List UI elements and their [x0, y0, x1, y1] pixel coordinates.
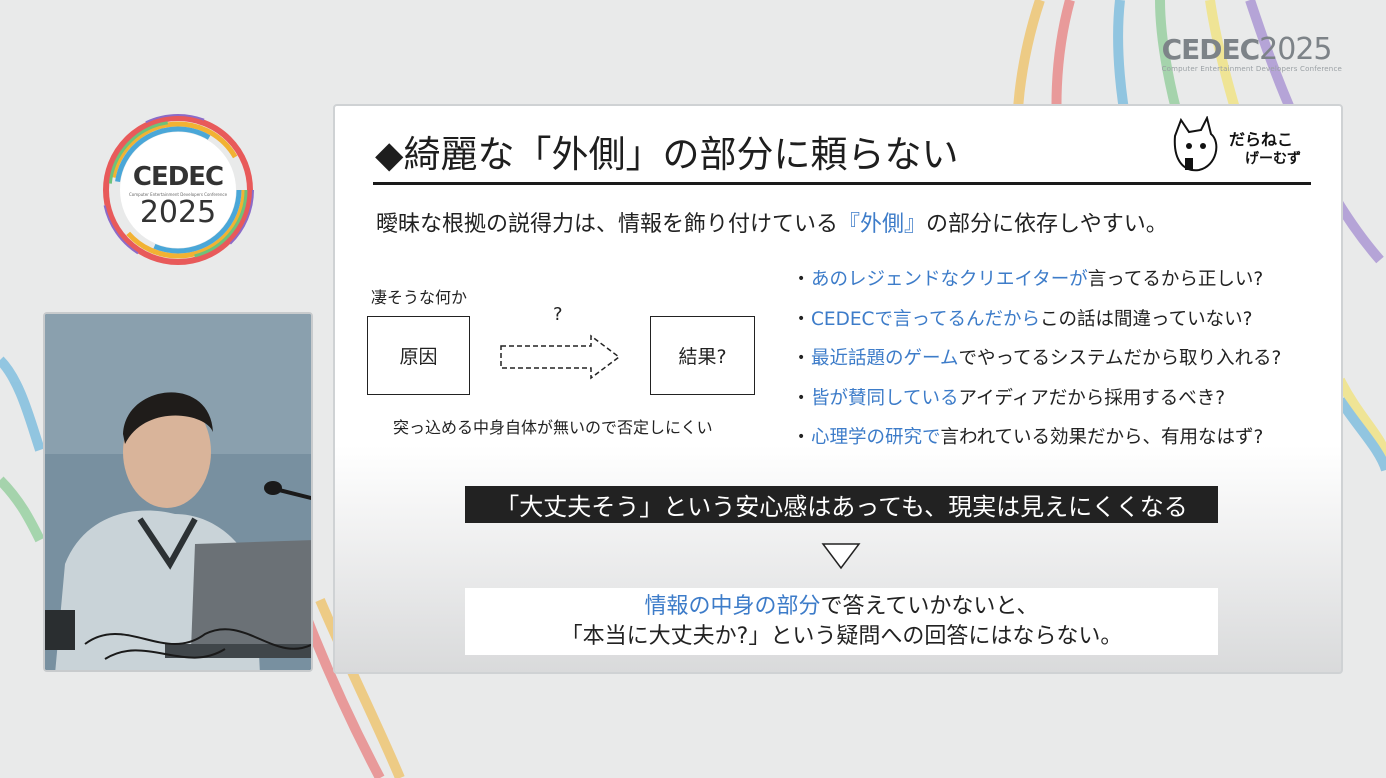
- bullet-dot-icon: •: [797, 429, 806, 446]
- conclusion-line2: 「本当に大丈夫か?」という疑問への回答にはならない。: [560, 624, 1123, 649]
- conclusion-line1-rest: で答えていかないと、: [820, 594, 1039, 619]
- list-item: • CEDECで言ってるんだからこの話は間違っていない?: [797, 304, 1281, 344]
- bullet-highlight: 皆が賛同している: [811, 387, 959, 409]
- conclusion-highlight: 情報の中身の部分: [644, 594, 821, 619]
- bullet-dot-icon: •: [797, 271, 806, 287]
- bullet-rest: この話は間違っていない?: [1040, 308, 1253, 330]
- cause-box: 原因: [367, 316, 470, 395]
- badge-brand: CEDEC: [132, 162, 224, 192]
- badge-center: CEDEC Computer Entertainment Developers …: [120, 132, 236, 248]
- result-label: 結果?: [678, 346, 727, 368]
- event-logo-tagline: Computer Entertainment Developers Confer…: [1161, 65, 1342, 73]
- list-item: • 心理学の研究で言われている効果だから、有用なはず?: [797, 422, 1281, 462]
- bullet-rest: でやってるシステムだから取り入れる?: [958, 348, 1282, 370]
- title-underline: [373, 182, 1311, 185]
- cat-mascot-icon: [1173, 116, 1218, 172]
- daraneko-logo-line2: げーむず: [1245, 151, 1301, 167]
- badge-logo: CEDEC Computer Entertainment Developers …: [100, 112, 256, 268]
- list-item: • あのレジェンドなクリエイターが言ってるから正しい?: [797, 264, 1281, 304]
- lead-after: の部分に依存しやすい。: [926, 212, 1168, 237]
- bullet-dot-icon: •: [797, 310, 806, 327]
- examples-list: • あのレジェンドなクリエイターが言ってるから正しい? • CEDECで言ってるんだ…: [797, 264, 1281, 462]
- lead-before: 曖昧な根拠の説得力は、情報を飾り付けている: [376, 212, 839, 237]
- lead-highlight: 『外側』: [838, 212, 927, 237]
- event-logo: CEDEC2025 Computer Entertainment Develop…: [1162, 32, 1342, 73]
- badge-year: 2025: [139, 195, 217, 230]
- dashed-arrow-icon: [500, 334, 621, 380]
- warning-banner: 「大丈夫そう」という安心感はあっても、現実は見えにくくなる: [465, 486, 1218, 523]
- result-box: 結果?: [650, 316, 755, 395]
- daraneko-logo-line1: だらねこ: [1229, 130, 1294, 149]
- bullet-rest: 言われている効果だから、有用なはず?: [940, 427, 1264, 449]
- bullet-rest: アイディアだから採用するべき?: [958, 387, 1226, 409]
- diagram-top-label: 凄そうな何か: [371, 288, 468, 307]
- slide-title: ◆綺麗な「外側」の部分に頼らない: [375, 133, 959, 176]
- bullet-dot-icon: •: [797, 350, 806, 367]
- diagram-caption: 突っ込める中身自体が無いので否定しにくい: [393, 418, 713, 437]
- bullet-highlight: あのレジェンドなクリエイターが: [811, 269, 1088, 290]
- lead-sentence: 曖昧な根拠の説得力は、情報を飾り付けている『外側』の部分に依存しやすい。: [376, 206, 1168, 238]
- presentation-slide: ◆綺麗な「外側」の部分に頼らない だらねこ げーむず 曖昧な根拠の説得力は、情報…: [333, 104, 1343, 674]
- list-item: • 最近話題のゲームでやってるシステムだから取り入れる?: [797, 343, 1281, 383]
- conclusion-box: 情報の中身の部分で答えていかないと、 「本当に大丈夫か?」という疑問への回答には…: [465, 588, 1218, 655]
- daraneko-games-logo: だらねこ げーむず: [1167, 116, 1307, 178]
- event-logo-year: 2025: [1259, 32, 1332, 67]
- speaker-video: [43, 312, 313, 672]
- bullet-dot-icon: •: [797, 389, 806, 406]
- event-logo-brand: CEDEC: [1161, 33, 1261, 66]
- cause-label: 原因: [399, 346, 438, 368]
- bullet-highlight: 最近話題のゲーム: [811, 348, 959, 370]
- arrow-question-mark: ?: [553, 304, 563, 325]
- list-item: • 皆が賛同しているアイディアだから採用するべき?: [797, 383, 1281, 423]
- bullet-highlight: 心理学の研究で: [811, 427, 941, 449]
- banner-text: 「大丈夫そう」という安心感はあっても、現実は見えにくくなる: [495, 493, 1188, 521]
- conclusion-line1: 情報の中身の部分で答えていかないと、: [465, 592, 1218, 622]
- bullet-rest: 言ってるから正しい?: [1087, 269, 1264, 290]
- bullet-highlight: CEDECで言ってるんだから: [811, 308, 1041, 330]
- speaker-figure: [45, 314, 311, 670]
- down-triangle-icon: [821, 543, 861, 570]
